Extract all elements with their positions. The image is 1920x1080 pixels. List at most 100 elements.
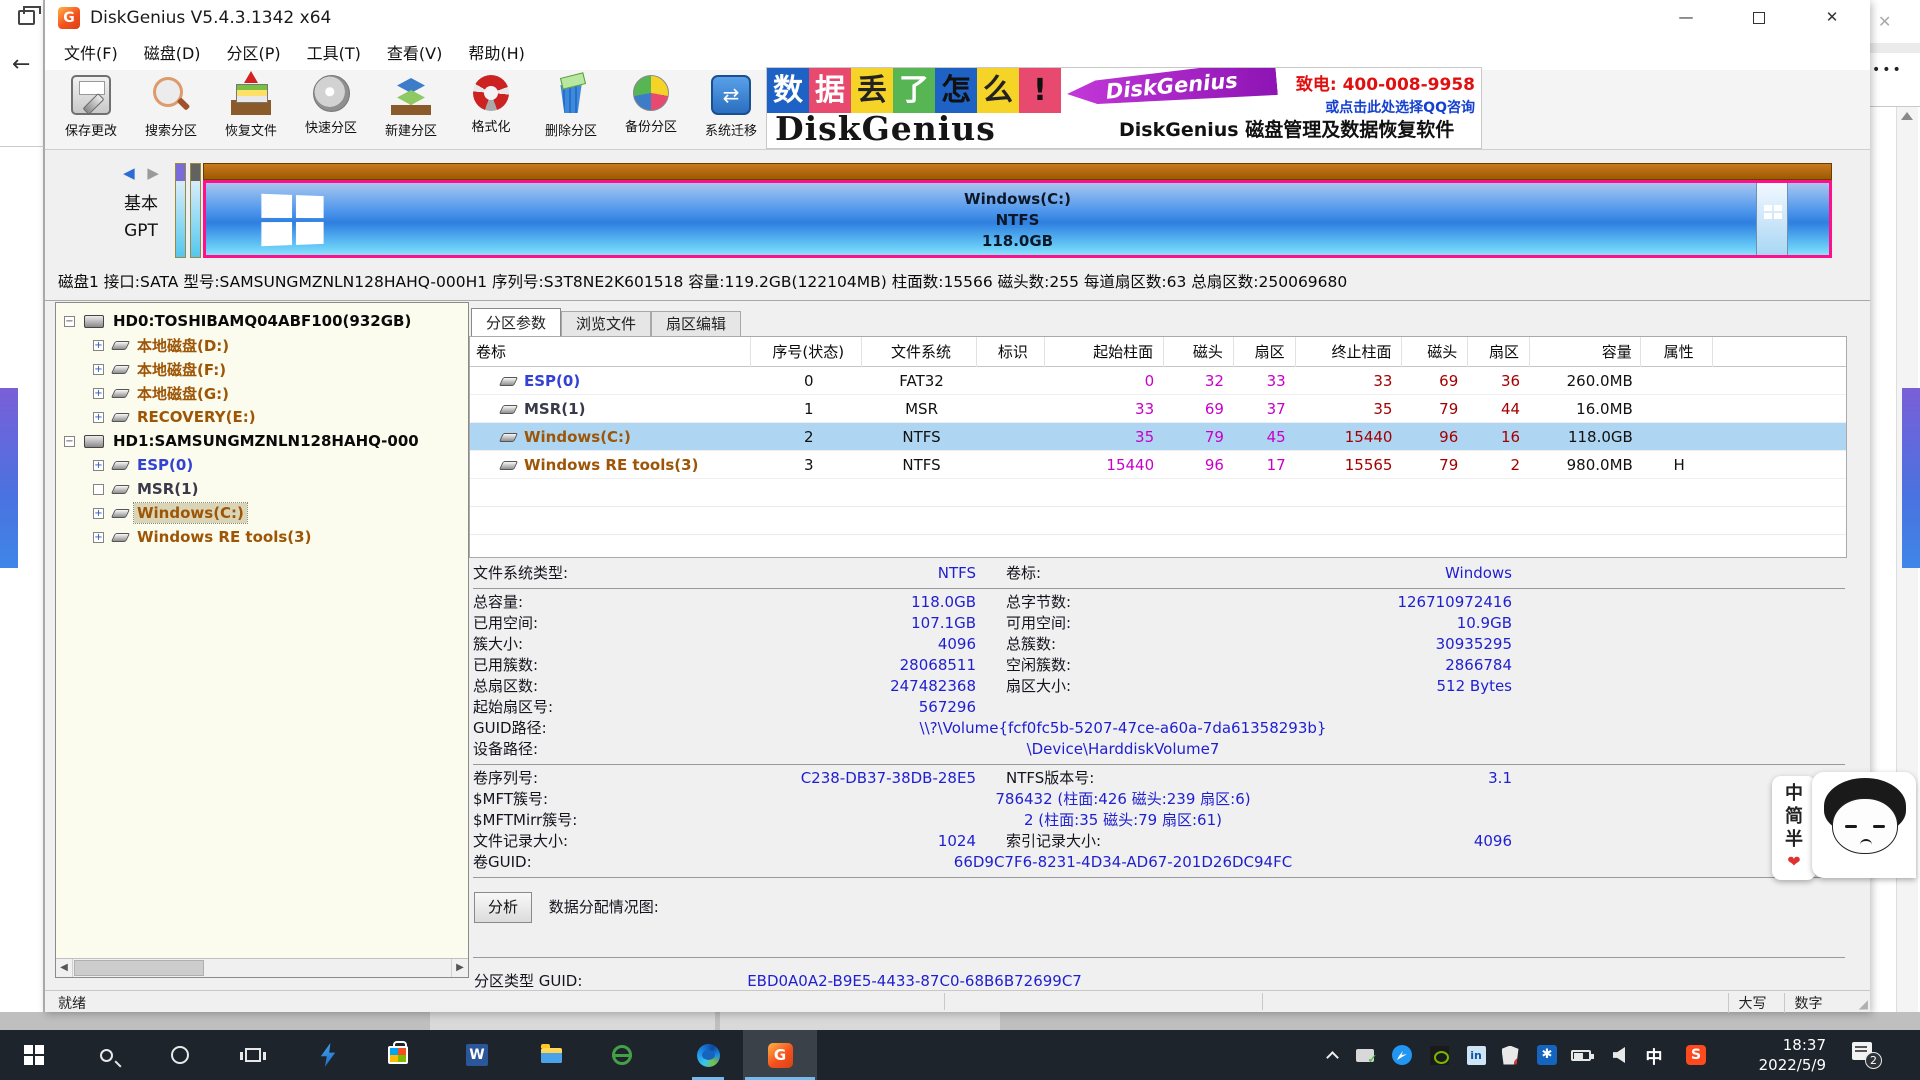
volume-tray-icon[interactable] (1608, 1044, 1630, 1066)
disk-bar-segment-msr[interactable] (190, 163, 201, 258)
edge-app-button[interactable] (684, 1030, 732, 1080)
tree-expander-icon[interactable] (93, 388, 104, 399)
tree-expander-icon[interactable] (93, 340, 104, 351)
resize-grip-icon[interactable]: ◢ (1859, 997, 1868, 1011)
table-column-header[interactable]: 标识 (981, 337, 1045, 367)
cortana-button[interactable] (156, 1030, 204, 1080)
tree-item[interactable]: ESP(0) (56, 453, 468, 477)
toolbar-button[interactable]: 格式化 (451, 70, 531, 148)
tree-expander-icon[interactable] (93, 484, 104, 495)
disk-bar-segment-esp[interactable] (175, 163, 186, 258)
diskgenius-app-button[interactable] (743, 1030, 817, 1080)
tree-expander-icon[interactable] (93, 508, 104, 519)
toolbar-button[interactable]: 系统迁移 (691, 70, 771, 148)
window-restore-icon[interactable] (18, 10, 35, 25)
toolbar-button[interactable]: 备份分区 (611, 70, 691, 148)
thunder-app-button[interactable] (304, 1030, 352, 1080)
back-arrow-icon[interactable]: ← (12, 52, 30, 77)
tab[interactable]: 浏览文件 (561, 311, 651, 336)
file-explorer-button[interactable] (527, 1030, 575, 1080)
word-app-button[interactable] (453, 1030, 501, 1080)
menu-help[interactable]: 帮助(H) (455, 41, 538, 67)
tree-item[interactable]: Windows RE tools(3) (56, 525, 468, 549)
toolbar-button[interactable]: 新建分区 (371, 70, 451, 148)
menu-tools[interactable]: 工具(T) (294, 41, 374, 67)
table-column-header[interactable]: 文件系统 (867, 337, 977, 367)
tab[interactable]: 分区参数 (471, 308, 561, 336)
battery-tray-icon[interactable] (1570, 1044, 1592, 1066)
table-column-header[interactable]: 起始柱面 (1050, 337, 1164, 367)
tree-item[interactable]: RECOVERY(E:) (56, 405, 468, 429)
minimize-button[interactable]: — (1663, 0, 1709, 34)
printer-tray-icon[interactable] (1354, 1044, 1376, 1066)
security-shield-tray-icon[interactable] (1499, 1044, 1521, 1066)
disk-bar-segment-re-tools[interactable] (1756, 183, 1788, 255)
tray-chevron-icon[interactable] (1321, 1044, 1343, 1066)
table-row[interactable]: MSR(1) 1 MSR 33 69 37 35 79 44 16.0MB (470, 395, 1846, 423)
banner-qq-link[interactable]: 或点击此处选择QQ咨询 (1296, 97, 1475, 117)
snowflake-tray-icon[interactable] (1536, 1044, 1558, 1066)
tree-item[interactable]: HD0:TOSHIBAMQ04ABF100(932GB) (56, 309, 468, 333)
more-options-icon[interactable]: ••• (1872, 62, 1903, 78)
table-column-header[interactable]: 容量 (1535, 337, 1641, 367)
table-row[interactable]: Windows(C:) 2 NTFS 35 79 45 15440 96 16 … (470, 423, 1846, 451)
prev-disk-arrow[interactable]: ◀ (123, 164, 135, 182)
table-row[interactable]: ESP(0) 0 FAT32 0 32 33 33 69 36 260.0MB (470, 367, 1846, 395)
analyze-button[interactable]: 分析 (474, 892, 532, 923)
table-column-header[interactable]: 属性 (1646, 337, 1713, 367)
table-column-header[interactable]: 卷标 (470, 337, 751, 367)
tree-expander-icon[interactable] (93, 364, 104, 375)
tree-item[interactable]: 本地磁盘(F:) (56, 357, 468, 381)
scrollbar-thumb[interactable] (74, 960, 204, 976)
messenger-tray-icon[interactable] (1391, 1044, 1413, 1066)
tree-expander-icon[interactable] (93, 532, 104, 543)
action-center-button[interactable]: 2 (1852, 1042, 1876, 1064)
tree-item[interactable]: HD1:SAMSUNGMZNLN128HAHQ-000 (56, 429, 468, 453)
menu-partition[interactable]: 分区(P) (214, 41, 294, 67)
tree-item[interactable]: 本地磁盘(G:) (56, 381, 468, 405)
table-column-header[interactable]: 磁头 (1407, 337, 1468, 367)
task-view-button[interactable] (229, 1030, 277, 1080)
menu-disk[interactable]: 磁盘(D) (131, 41, 214, 67)
browser-360-button[interactable] (598, 1030, 646, 1080)
table-row[interactable]: Windows RE tools(3) 3 NTFS 15440 96 17 1… (470, 451, 1846, 479)
tree-item[interactable]: Windows(C:) (56, 501, 468, 525)
tree-item[interactable]: 本地磁盘(D:) (56, 333, 468, 357)
tab[interactable]: 扇区编辑 (651, 311, 741, 336)
table-column-header[interactable]: 序号(状态) (756, 337, 862, 367)
close-icon[interactable]: ✕ (1878, 12, 1891, 31)
microsoft-store-button[interactable] (374, 1030, 422, 1080)
start-button[interactable] (10, 1030, 58, 1080)
maximize-button[interactable] (1736, 0, 1782, 34)
toolbar-button[interactable]: 保存更改 (51, 70, 131, 148)
menu-view[interactable]: 查看(V) (374, 41, 455, 67)
sogou-tray-icon[interactable] (1685, 1044, 1707, 1066)
intel-graphics-tray-icon[interactable] (1465, 1044, 1487, 1066)
taskbar-clock[interactable]: 18:37 2022/5/9 (1730, 1035, 1826, 1075)
nvidia-tray-icon[interactable] (1428, 1044, 1450, 1066)
scroll-up-icon[interactable] (1901, 112, 1913, 120)
table-column-header[interactable]: 终止柱面 (1300, 337, 1402, 367)
next-disk-arrow[interactable]: ▶ (147, 164, 159, 182)
disk-bar-segment-windows-c[interactable]: Windows(C:) NTFS 118.0GB (203, 180, 1832, 258)
table-column-header[interactable]: 扇区 (1473, 337, 1530, 367)
taskbar-search-button[interactable] (82, 1030, 130, 1080)
scroll-left-icon[interactable]: ◀ (56, 959, 73, 977)
close-button[interactable]: ✕ (1809, 0, 1855, 34)
ad-banner[interactable]: 数 据 丢 了 怎 么 ! DiskGenius 致电: 400-008-995… (766, 67, 1482, 149)
toolbar-button[interactable]: 快速分区 (291, 70, 371, 148)
toolbar-button[interactable]: 搜索分区 (131, 70, 211, 148)
tree-expander-icon[interactable] (64, 436, 75, 447)
tree-expander-icon[interactable] (93, 412, 104, 423)
toolbar-button[interactable]: 删除分区 (531, 70, 611, 148)
toolbar-button[interactable]: 恢复文件 (211, 70, 291, 148)
menu-file[interactable]: 文件(F) (51, 41, 131, 67)
table-column-header[interactable]: 扇区 (1239, 337, 1296, 367)
ime-mode-box[interactable]: 中 简 半 ❤ (1772, 776, 1816, 880)
tree-item[interactable]: MSR(1) (56, 477, 468, 501)
tree-expander-icon[interactable] (93, 460, 104, 471)
scroll-right-icon[interactable]: ▶ (451, 959, 468, 977)
tree-horizontal-scrollbar[interactable]: ◀ ▶ (56, 958, 468, 977)
table-column-header[interactable]: 磁头 (1169, 337, 1234, 367)
ime-language-indicator[interactable] (1643, 1044, 1665, 1066)
